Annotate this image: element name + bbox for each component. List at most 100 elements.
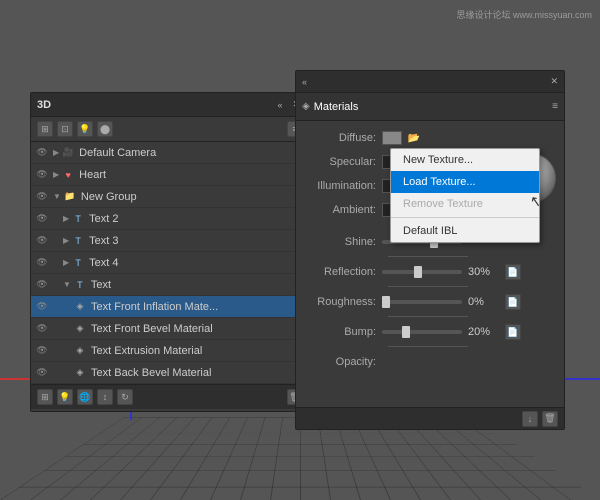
visibility-icon[interactable]: 👁 <box>35 190 49 204</box>
layer-item[interactable]: 👁 ◈ Text Extrusion Material <box>31 340 309 362</box>
visibility-icon[interactable]: 👁 <box>35 168 49 182</box>
scene-toolbar-icon[interactable]: ⊡ <box>57 121 73 137</box>
layer-item[interactable]: 👁 ▶ ♥ Heart <box>31 164 309 186</box>
layer-item[interactable]: 👁 ▼ T Text <box>31 274 309 296</box>
panel-3d: 3D « ✕ ⊞ ⊡ 💡 ⬤ ≡ 👁 ▶ 🎥 Default Camera 👁 … <box>30 92 310 412</box>
visibility-icon[interactable]: 👁 <box>35 256 49 270</box>
footer-env-icon[interactable]: 🌐 <box>77 389 93 405</box>
watermark: 思缘设计论坛 www.missyuan.com <box>456 8 592 21</box>
camera-icon: 🎥 <box>61 146 75 160</box>
panel-3d-footer: ⊞ 💡 🌐 ↕ ↻ 🗑 <box>31 384 309 409</box>
diffuse-row: Diffuse: 📂 <box>302 127 558 149</box>
group-icon: 📁 <box>63 190 77 204</box>
layer-item[interactable]: 👁 ◈ Text Back Bevel Material <box>31 362 309 384</box>
layer-item[interactable]: 👁 ◈ Text Front Bevel Material <box>31 318 309 340</box>
layer-name: Text <box>91 279 305 291</box>
visibility-icon[interactable]: 👁 <box>35 234 49 248</box>
roughness-file-icon[interactable]: 📄 <box>505 294 521 310</box>
props-footer-icon1[interactable]: ↓ <box>522 411 538 427</box>
materials-tab-label[interactable]: Materials <box>314 101 359 113</box>
reflection-label: Reflection: <box>302 266 382 278</box>
layer-item[interactable]: 👁 ◈ Text Front Inflation Mate... <box>31 296 309 318</box>
reflection-value: 30% <box>468 266 503 278</box>
opacity-label: Opacity: <box>302 356 382 368</box>
reflection-slider[interactable] <box>382 270 462 274</box>
material-icon: ◈ <box>73 322 87 336</box>
visibility-icon[interactable]: 👁 <box>35 212 49 226</box>
shine-label: Shine: <box>302 236 382 248</box>
footer-move-icon[interactable]: ↕ <box>97 389 113 405</box>
reflection-thumb <box>414 266 422 278</box>
props-footer: ↓ 🗑 <box>296 407 564 429</box>
bump-file-icon[interactable]: 📄 <box>505 324 521 340</box>
context-load-texture[interactable]: Load Texture... <box>391 171 539 193</box>
ambient-label: Ambient: <box>302 204 382 216</box>
layer-name: Default Camera <box>79 147 305 159</box>
bump-slider[interactable] <box>382 330 462 334</box>
layers-toolbar-icon[interactable]: ⊞ <box>37 121 53 137</box>
context-default-ibl[interactable]: Default IBL <box>391 220 539 242</box>
visibility-icon[interactable]: 👁 <box>35 300 49 314</box>
layer-item[interactable]: 👁 ▶ T Text 3 <box>31 230 309 252</box>
layer-name: Text Back Bevel Material <box>91 367 305 379</box>
layer-name: New Group <box>81 191 305 203</box>
props-collapse-btn[interactable]: « <box>302 77 307 87</box>
diffuse-swatch[interactable] <box>382 131 402 145</box>
props-header: « ✕ <box>296 71 564 93</box>
layer-item[interactable]: 👁 ▼ 📁 New Group <box>31 186 309 208</box>
panel-3d-title: 3D <box>37 99 51 111</box>
props-close-btn[interactable]: ✕ <box>550 76 558 87</box>
layer-name: Text 3 <box>89 235 305 247</box>
text-icon: T <box>71 212 85 226</box>
roughness-label: Roughness: <box>302 296 382 308</box>
context-new-texture[interactable]: New Texture... <box>391 149 539 171</box>
layer-item[interactable]: 👁 ▶ T Text 2 <box>31 208 309 230</box>
text-icon: T <box>71 234 85 248</box>
visibility-icon[interactable]: 👁 <box>35 344 49 358</box>
material-icon: ◈ <box>73 344 87 358</box>
bump-label: Bump: <box>302 326 382 338</box>
panel-collapse-btn[interactable]: « <box>274 99 285 111</box>
props-tabs-header: ◈ Materials ≡ <box>296 93 564 121</box>
roughness-slider[interactable] <box>382 300 462 304</box>
visibility-icon[interactable]: 👁 <box>35 278 49 292</box>
reflection-row: Reflection: 30% 📄 <box>302 261 558 283</box>
diffuse-folder-icon[interactable]: 📂 <box>406 130 422 146</box>
properties-panel: « ✕ ◈ Materials ≡ Diffuse: 📂 Specular: 📂… <box>295 70 565 430</box>
visibility-icon[interactable]: 👁 <box>35 146 49 160</box>
footer-layers-icon[interactable]: ⊞ <box>37 389 53 405</box>
material-icon: ◈ <box>73 366 87 380</box>
env-toolbar-icon[interactable]: ⬤ <box>97 121 113 137</box>
materials-tab-icon: ◈ <box>302 101 310 112</box>
layer-name: Text 2 <box>89 213 305 225</box>
roughness-thumb <box>382 296 390 308</box>
3d-toolbar: ⊞ ⊡ 💡 ⬤ ≡ <box>31 117 309 142</box>
light-toolbar-icon[interactable]: 💡 <box>77 121 93 137</box>
text-icon: T <box>71 256 85 270</box>
reflection-file-icon[interactable]: 📄 <box>505 264 521 280</box>
illumination-label: Illumination: <box>302 180 382 192</box>
material-icon: ◈ <box>73 300 87 314</box>
text-icon: T <box>73 278 87 292</box>
props-footer-delete-icon[interactable]: 🗑 <box>542 411 558 427</box>
bump-row: Bump: 20% 📄 <box>302 321 558 343</box>
layer-name: Text Front Inflation Mate... <box>91 301 305 313</box>
layer-list: 👁 ▶ 🎥 Default Camera 👁 ▶ ♥ Heart 👁 ▼ 📁 N… <box>31 142 309 384</box>
visibility-icon[interactable]: 👁 <box>35 322 49 336</box>
specular-label: Specular: <box>302 156 382 168</box>
footer-light-icon[interactable]: 💡 <box>57 389 73 405</box>
diffuse-label: Diffuse: <box>302 132 382 144</box>
footer-rotate-icon[interactable]: ↻ <box>117 389 133 405</box>
heart-icon: ♥ <box>61 168 75 182</box>
layer-name: Heart <box>79 169 305 181</box>
context-remove-texture: Remove Texture <box>391 193 539 215</box>
props-menu-icon[interactable]: ≡ <box>552 101 558 112</box>
layer-item[interactable]: 👁 ▶ T Text 4 <box>31 252 309 274</box>
layer-name: Text Front Bevel Material <box>91 323 305 335</box>
context-menu: New Texture... Load Texture... Remove Te… <box>390 148 540 243</box>
roughness-row: Roughness: 0% 📄 <box>302 291 558 313</box>
panel-3d-header: 3D « ✕ <box>31 93 309 117</box>
layer-item[interactable]: 👁 ▶ 🎥 Default Camera <box>31 142 309 164</box>
visibility-icon[interactable]: 👁 <box>35 366 49 380</box>
roughness-value: 0% <box>468 296 503 308</box>
